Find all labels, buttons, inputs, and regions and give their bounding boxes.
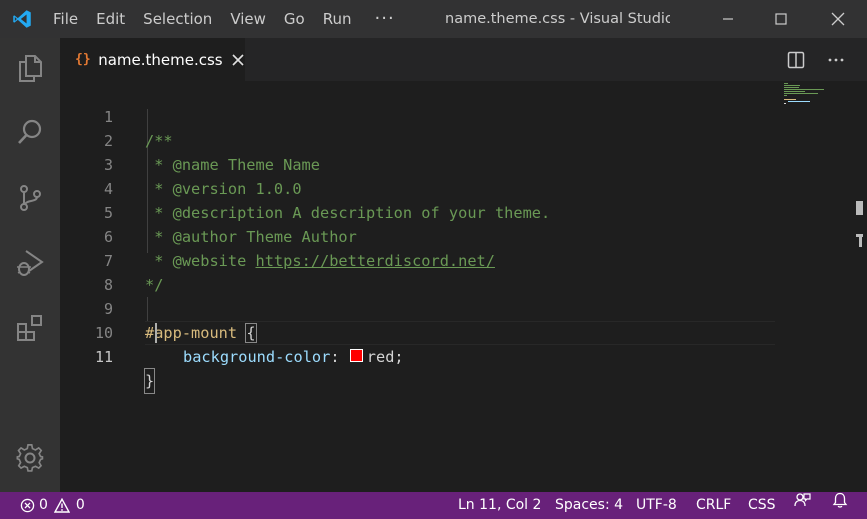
code-line: 5 * @author Theme Author [60, 177, 867, 246]
cursor-position[interactable]: Ln 11, Col 2 [458, 492, 541, 519]
run-debug-button[interactable] [0, 238, 60, 286]
minimize-icon [723, 18, 733, 20]
ellipsis-icon [828, 58, 844, 62]
source-control-button[interactable] [0, 174, 60, 222]
status-bar: 0 0 Ln 11, Col 2 Spaces: 4 UTF-8 CRLF CS… [0, 492, 867, 519]
minimap-line [784, 87, 799, 88]
colon: : [330, 348, 349, 366]
encoding-setting[interactable]: UTF-8 [636, 492, 677, 519]
code-line: 6 * @website https://betterdiscord.net/ [60, 201, 867, 270]
color-swatch[interactable] [349, 349, 363, 362]
extensions-button[interactable] [0, 304, 60, 352]
tab-close-button[interactable] [231, 52, 245, 68]
title-bar: File Edit Selection View Go Run ··· name… [0, 0, 867, 38]
source-control-icon [20, 185, 41, 211]
maximize-button[interactable] [758, 0, 804, 38]
split-editor-icon [787, 51, 805, 69]
minimap-line [784, 85, 800, 86]
text-cursor [155, 323, 157, 343]
code-line: 9 #app-mount { [60, 273, 867, 343]
overview-ruler-mark [856, 201, 863, 215]
problems-indicator[interactable]: 0 0 [20, 492, 85, 519]
notifications-button[interactable] [832, 492, 848, 509]
css-property: background-color [183, 348, 331, 366]
code-line: 3 * @version 1.0.0 [60, 129, 867, 198]
menu-run[interactable]: Run [314, 0, 361, 38]
language-mode[interactable]: CSS [748, 492, 776, 519]
activity-bar [0, 38, 60, 492]
css-file-icon: {} [75, 52, 91, 67]
feedback-icon [794, 493, 811, 507]
tab-name-theme-css[interactable]: {} name.theme.css [60, 38, 245, 81]
window-title: name.theme.css - Visual Studio Cod... [445, 11, 670, 27]
minimap-line [784, 91, 805, 92]
gear-icon [16, 444, 44, 472]
error-count: 0 [39, 497, 48, 513]
close-window-button[interactable] [815, 0, 861, 38]
minimap-line [784, 93, 818, 94]
menu-go[interactable]: Go [275, 0, 314, 38]
line-number: 11 [94, 348, 113, 366]
code-text: background-color: red; [183, 345, 404, 369]
close-brace: } [143, 368, 156, 394]
extensions-icon [17, 315, 42, 341]
vscode-logo-icon [0, 0, 44, 38]
tab-label: name.theme.css [98, 50, 223, 69]
code-line: 2 * @name Theme Name [60, 105, 867, 174]
minimize-button[interactable] [705, 0, 751, 38]
files-icon [19, 55, 42, 82]
close-icon [831, 12, 845, 26]
menu-view[interactable]: View [221, 0, 275, 38]
explorer-button[interactable] [0, 44, 60, 92]
code-line: 1 /** [60, 81, 867, 150]
manage-button[interactable] [0, 434, 60, 482]
menu-file[interactable]: File [44, 0, 87, 38]
maximize-icon [775, 13, 787, 25]
indentation-setting[interactable]: Spaces: 4 [555, 492, 623, 519]
editor-tab-strip: {} name.theme.css [60, 38, 867, 81]
code-line-active: 11 } [60, 321, 867, 394]
search-icon [18, 119, 42, 144]
overview-ruler-mark [859, 237, 862, 247]
minimap-line [788, 101, 810, 102]
css-value: red [366, 348, 395, 366]
feedback-button[interactable] [794, 492, 811, 509]
code-line: 8 [60, 249, 867, 294]
code-line: 4 * @description A description of your t… [60, 153, 867, 222]
minimap-line [784, 99, 796, 100]
eol-setting[interactable]: CRLF [696, 492, 731, 519]
minimap-line [784, 83, 788, 84]
minimap[interactable] [782, 81, 852, 141]
minimap-line [784, 95, 787, 96]
code-line: 10 background-color: red; [60, 297, 867, 366]
search-button[interactable] [0, 108, 60, 156]
menu-edit[interactable]: Edit [87, 0, 134, 38]
code-line: 7 */ [60, 225, 867, 294]
warning-icon [53, 498, 70, 513]
warning-count: 0 [75, 497, 85, 513]
more-actions-button[interactable] [822, 46, 850, 74]
menu-more-button[interactable]: ··· [361, 0, 409, 38]
run-debug-icon [17, 250, 44, 276]
minimap-line [784, 89, 824, 90]
semicolon: ; [394, 348, 404, 366]
error-icon [20, 498, 35, 513]
code-editor[interactable]: 1 /** 2 * @name Theme Name 3 * @version … [60, 81, 867, 492]
bell-icon [832, 492, 848, 508]
split-editor-button[interactable] [782, 46, 810, 74]
menu-selection[interactable]: Selection [134, 0, 221, 38]
minimap-line [784, 103, 786, 104]
close-icon [232, 53, 244, 66]
